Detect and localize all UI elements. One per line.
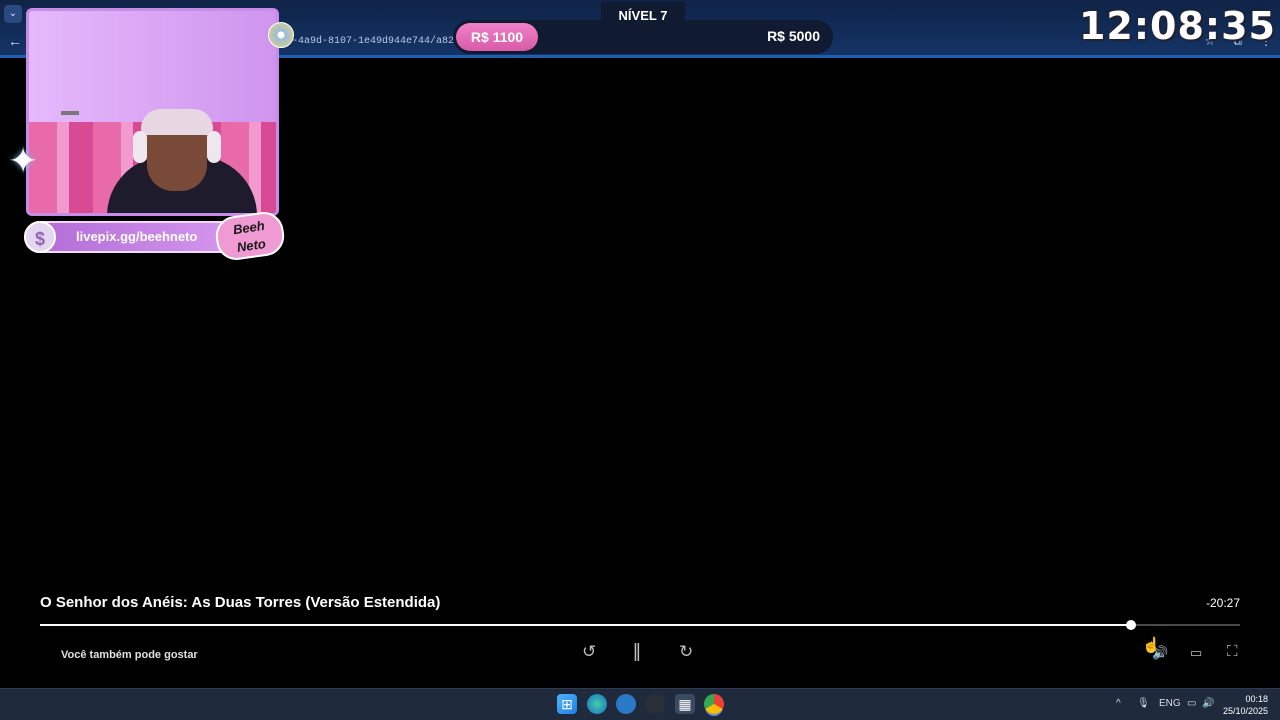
pause-icon[interactable]: ||	[633, 641, 641, 663]
sparkle-icon: ✦	[8, 140, 39, 181]
microphone-icon[interactable]: 🎙	[1137, 698, 1150, 709]
donation-goal-current: R$ 1100	[456, 23, 538, 51]
tray-chevron-icon[interactable]: ^	[1116, 698, 1121, 709]
language-indicator[interactable]: ENG	[1159, 698, 1181, 709]
progress-fill	[40, 624, 1131, 626]
headphone-icon	[207, 131, 221, 163]
calculator-icon[interactable]: ▦	[675, 694, 695, 714]
hand-cursor-icon: ☝	[1142, 637, 1161, 654]
also-like-link[interactable]: Você também pode gostar	[61, 649, 198, 661]
donation-goal-target: R$ 5000	[767, 28, 820, 44]
chrome-icon[interactable]	[704, 694, 724, 714]
back-arrow-icon[interactable]: ←	[8, 33, 22, 49]
time-remaining: -20:27	[1205, 596, 1240, 610]
chevron-down-icon[interactable]: ⌄	[4, 5, 22, 23]
fullscreen-icon[interactable]: ⛶	[1227, 643, 1238, 660]
app-icon[interactable]	[645, 694, 665, 714]
network-icon[interactable]: ▭	[1187, 698, 1196, 709]
system-time: 00:18	[1245, 694, 1268, 704]
pix-link: livepix.gg/beehneto	[76, 229, 198, 244]
headphone-icon	[133, 131, 147, 163]
speaker-icon[interactable]: 🔊	[1202, 698, 1214, 709]
windows-start-icon[interactable]: ⊞	[557, 694, 577, 714]
system-date: 25/10/2025	[1222, 706, 1268, 716]
disc-icon	[268, 22, 294, 48]
goal-level-label: NÍVEL 7	[601, 2, 685, 28]
progress-knob[interactable]	[1125, 620, 1136, 630]
webcam-overlay	[26, 8, 279, 216]
stream-clock: 12:08:35	[1078, 4, 1276, 48]
streamer-logo: Beeh Neto	[213, 209, 287, 263]
streamer-hair	[141, 109, 213, 135]
movie-title: O Senhor dos Anéis: As Duas Torres (Vers…	[40, 594, 441, 611]
subtitles-icon[interactable]: ▭	[1190, 645, 1202, 661]
forward-icon[interactable]: ↻	[679, 642, 693, 662]
door-handle	[61, 111, 79, 115]
dollar-coin-icon: $	[24, 221, 56, 253]
edge-icon[interactable]	[587, 694, 607, 714]
progress-bar[interactable]	[40, 620, 1240, 630]
app-icon[interactable]	[616, 694, 636, 714]
rewind-icon[interactable]: ↺	[582, 642, 596, 662]
system-clock[interactable]: 00:18 25/10/2025	[1223, 693, 1268, 717]
taskbar	[0, 688, 1280, 720]
